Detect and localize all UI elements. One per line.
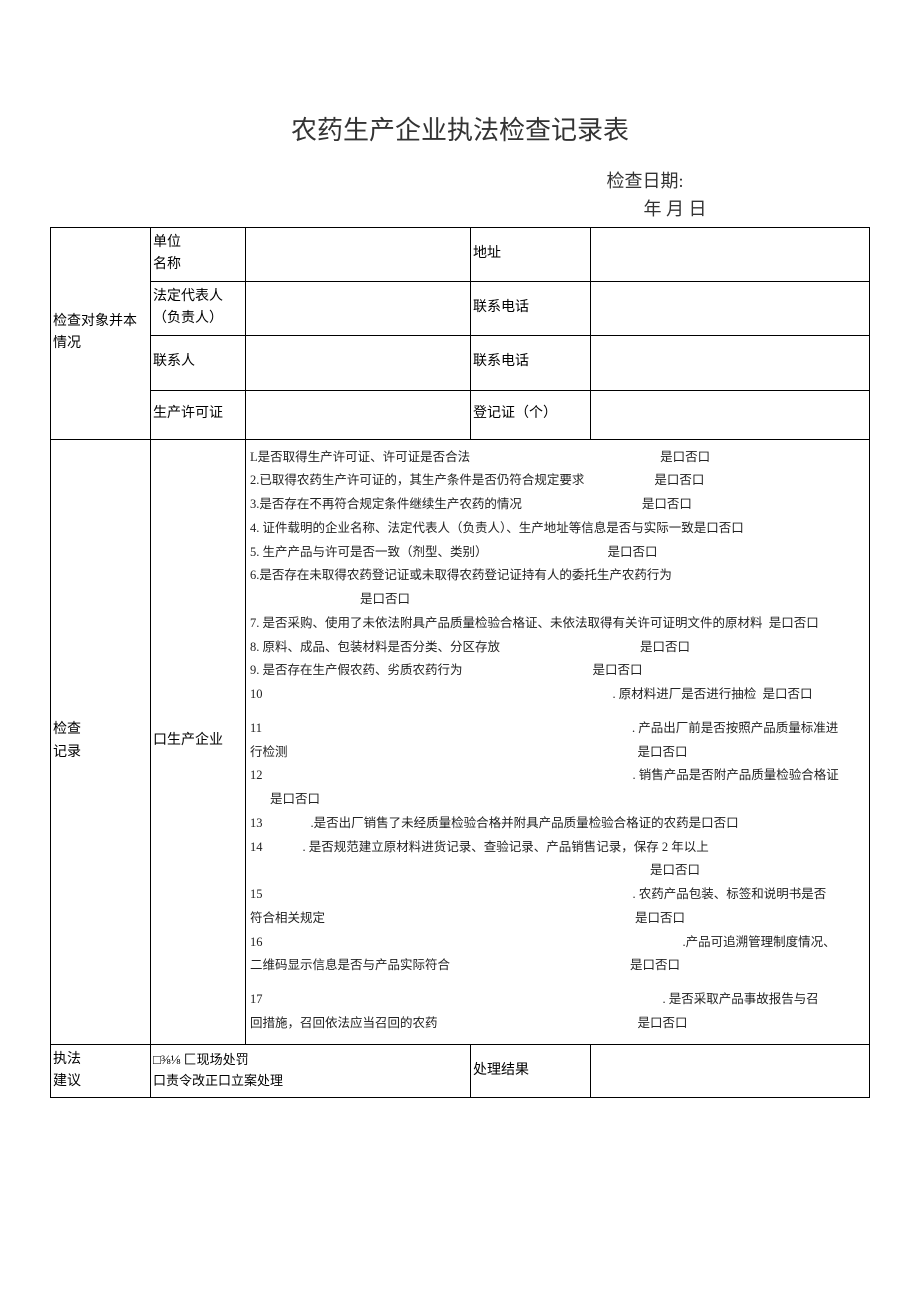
yn-2: 是口否口 xyxy=(654,473,704,487)
label-reg-cert: 登记证（个） xyxy=(471,390,591,439)
check-items: L是否取得生产许可证、许可证是否合法是口否口 2.已取得农药生产许可证的，其生产… xyxy=(246,439,870,1044)
yn-15: 是口否口 xyxy=(635,911,685,925)
yn-10: 是口否口 xyxy=(763,687,813,701)
item-14-num: 14 xyxy=(250,840,263,854)
section-advice: 执法 建议 xyxy=(51,1044,151,1098)
item-17-num: 17 xyxy=(250,992,263,1006)
item-5: 5. 生产产品与许可是否一致（剂型、类别） xyxy=(250,545,488,559)
section-check: 检查 记录 xyxy=(51,439,151,1044)
item-12-text: . 销售产品是否附产品质量检验合格证 xyxy=(633,768,839,782)
record-table: 检查对象并本情况 单位 名称 地址 法定代表人（负责人） 联系电话 联系人 联系… xyxy=(50,227,870,1098)
item-14-text: . 是否规范建立原材料进货记录、查验记录、产品销售记录，保存 2 年以上 xyxy=(303,840,709,854)
label-result: 处理结果 xyxy=(471,1044,591,1098)
item-2: 2.已取得农药生产许可证的，其生产条件是否仍符合规定要求 xyxy=(250,473,584,487)
item-17-sub: 回措施，召回依法应当召回的农药 xyxy=(250,1016,438,1030)
label-legal-rep: 法定代表人（负责人） xyxy=(151,281,246,335)
item-13-num: 13 xyxy=(250,816,263,830)
item-9: 9. 是否存在生产假农药、劣质农药行为 xyxy=(250,663,463,677)
yn-12: 是口否口 xyxy=(270,792,320,806)
enterprise-type: 口生产企业 xyxy=(151,439,246,1044)
yn-9: 是口否口 xyxy=(593,663,643,677)
page-title: 农药生产企业执法检查记录表 xyxy=(50,110,870,147)
yn-16: 是口否口 xyxy=(630,958,680,972)
label-phone1: 联系电话 xyxy=(471,281,591,335)
check-date-label: 检查日期: xyxy=(420,167,870,193)
advice-boxes: □⅜⅛ 匚现场处罚 口责令改正口立案处理 xyxy=(151,1044,471,1098)
item-10-num: 10 xyxy=(250,687,263,701)
item-10-text: . 原材料进厂是否进行抽检 xyxy=(613,687,757,701)
item-11-text: . 产品出厂前是否按照产品质量标准进 xyxy=(632,721,838,735)
label-phone2: 联系电话 xyxy=(471,335,591,390)
value-result xyxy=(591,1044,870,1098)
item-15-sub: 符合相关规定 xyxy=(250,911,325,925)
yn-3: 是口否口 xyxy=(642,497,692,511)
value-contact xyxy=(246,335,471,390)
label-unit-name: 单位 名称 xyxy=(151,228,246,282)
item-12-num: 12 xyxy=(250,768,263,782)
item-11-sub: 行检测 xyxy=(250,745,288,759)
value-reg-cert xyxy=(591,390,870,439)
item-8: 8. 原料、成品、包装材料是否分类、分区存放 xyxy=(250,640,500,654)
item-11-num: 11 xyxy=(250,721,262,735)
value-unit-name xyxy=(246,228,471,282)
item-15-text: . 农药产品包装、标签和说明书是否 xyxy=(633,887,827,901)
item-1: L是否取得生产许可证、许可证是否合法 xyxy=(250,450,470,464)
yn-14: 是口否口 xyxy=(650,863,700,877)
yn-5: 是口否口 xyxy=(608,545,658,559)
yn-1: 是口否口 xyxy=(660,450,710,464)
item-17-text: . 是否采取产品事故报告与召 xyxy=(663,992,819,1006)
yn-17: 是口否口 xyxy=(638,1016,688,1030)
item-6: 6.是否存在未取得农药登记证或未取得农药登记证持有人的委托生产农药行为 xyxy=(250,568,672,582)
item-16-sub: 二维码显示信息是否与产品实际符合 xyxy=(250,958,450,972)
yn-6: 是口否口 xyxy=(360,592,410,606)
yn-7: 是口否口 xyxy=(769,616,819,630)
label-contact: 联系人 xyxy=(151,335,246,390)
value-prod-license xyxy=(246,390,471,439)
item-15-num: 15 xyxy=(250,887,263,901)
item-7: 7. 是否采购、使用了未依法附具产品质量检验合格证、未依法取得有关许可证明文件的… xyxy=(250,616,763,630)
check-date-value: 年 月 日 xyxy=(480,195,870,221)
section-basic: 检查对象并本情况 xyxy=(51,228,151,440)
item-3: 3.是否存在不再符合规定条件继续生产农药的情况 xyxy=(250,497,522,511)
label-address: 地址 xyxy=(471,228,591,282)
item-16-text: .产品可追溯管理制度情况、 xyxy=(683,935,836,949)
item-16-num: 16 xyxy=(250,935,263,949)
yn-8: 是口否口 xyxy=(640,640,690,654)
item-13-text: .是否出厂销售了未经质量检验合格并附具产品质量检验合格证的农药是口否口 xyxy=(311,816,739,830)
value-phone2 xyxy=(591,335,870,390)
value-address xyxy=(591,228,870,282)
label-prod-license: 生产许可证 xyxy=(151,390,246,439)
value-phone1 xyxy=(591,281,870,335)
value-legal-rep xyxy=(246,281,471,335)
yn-11: 是口否口 xyxy=(638,745,688,759)
item-4: 4. 证件载明的企业名称、法定代表人（负责人）、生产地址等信息是否与实际一致是口… xyxy=(250,521,744,535)
